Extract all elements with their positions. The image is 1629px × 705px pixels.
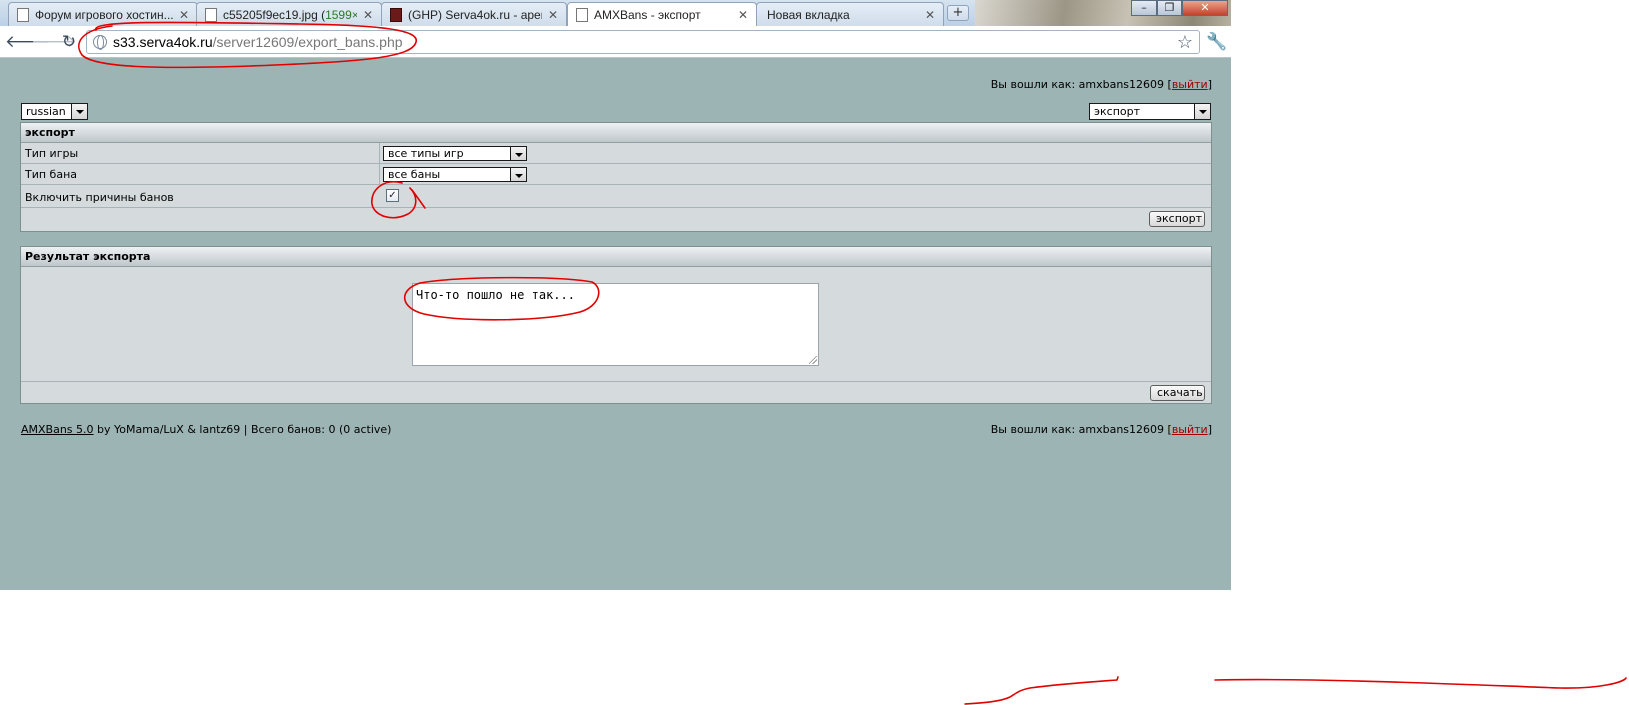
result-text-row: Что-то пошло не так... (21, 267, 1211, 382)
annotation-stroke-left (964, 676, 1119, 705)
export-panel: экспорт Тип игры все типы игр Тип бана в… (20, 122, 1212, 232)
logout-link[interactable]: выйти (1172, 423, 1208, 436)
export-panel-title: экспорт (21, 123, 1211, 143)
ghp-favicon-icon (390, 7, 402, 22)
export-result-textarea[interactable]: Что-то пошло не так... (412, 283, 819, 366)
tab-label: c55205f9ec19.jpg (1599×... (223, 7, 357, 22)
chevron-down-icon (1194, 104, 1210, 119)
ban-type-select[interactable]: все баны (383, 167, 527, 182)
export-result-panel: Результат экспорта Что-то пошло не так..… (20, 246, 1212, 404)
amxbans-link[interactable]: AMXBans 5.0 (21, 423, 94, 436)
login-status-top: Вы вошли как: amxbans12609 [выйти] (990, 78, 1212, 91)
include-reasons-label: Включить причины банов (25, 191, 174, 204)
url-host: s33.serva4ok.ru (113, 34, 213, 50)
result-actions-row: скачать (21, 382, 1211, 403)
browser-window: Форум игрового хостин... ✕ c55205f9ec19.… (0, 0, 1231, 590)
download-button[interactable]: скачать (1150, 385, 1205, 401)
tab-label: AMXBans - экспорт (594, 8, 701, 22)
tab-forum[interactable]: Форум игрового хостин... ✕ (8, 2, 198, 26)
resize-grip-icon[interactable] (809, 356, 817, 364)
tab-strip: Форум игрового хостин... ✕ c55205f9ec19.… (0, 0, 1231, 27)
page-icon (205, 7, 217, 22)
tab-image[interactable]: c55205f9ec19.jpg (1599×... ✕ (196, 2, 382, 26)
wrench-menu-icon[interactable]: 🔧 (1206, 32, 1227, 52)
footer-credits: AMXBans 5.0 by YoMama/LuX & lantz69 | Вс… (21, 423, 392, 436)
language-select[interactable]: russian (21, 103, 88, 120)
back-button[interactable]: 🡐 (5, 32, 51, 52)
ban-type-label: Тип бана (25, 168, 78, 181)
include-reasons-checkbox[interactable]: ✓ (386, 189, 399, 202)
close-icon[interactable]: ✕ (923, 8, 937, 22)
login-status-bottom: Вы вошли как: amxbans12609 [выйти] (990, 423, 1212, 436)
address-bar[interactable]: s33.serva4ok.ru/server12609/export_bans.… (86, 30, 1200, 54)
tab-new[interactable]: Новая вкладка ✕ (756, 2, 944, 26)
tab-ghp[interactable]: (GHP) Serva4ok.ru - арен... ✕ (381, 2, 567, 26)
game-type-select[interactable]: все типы игр (383, 146, 527, 161)
bookmark-star-icon[interactable]: ☆ (1177, 31, 1193, 53)
minimize-button[interactable]: – (1131, 0, 1157, 16)
browser-toolbar: 🡐 🡒 ↻ s33.serva4ok.ru/server12609/export… (0, 26, 1231, 58)
export-actions-row: экспорт (21, 208, 1211, 230)
logout-link[interactable]: выйти (1172, 78, 1208, 91)
maximize-button[interactable]: ❐ (1157, 0, 1182, 16)
chevron-down-icon (510, 168, 526, 181)
globe-icon (93, 35, 107, 50)
tab-label: Форум игрового хостин... (35, 7, 173, 22)
page-icon (576, 8, 588, 22)
ban-type-row: Тип бана все баны (21, 164, 1211, 185)
export-button[interactable]: экспорт (1149, 211, 1205, 227)
chevron-down-icon (510, 147, 526, 160)
url-path: /server12609/export_bans.php (212, 34, 403, 50)
result-panel-title: Результат экспорта (21, 247, 1211, 267)
page-content: Вы вошли как: amxbans12609 [выйти] russi… (0, 58, 1231, 590)
close-window-button[interactable]: ✕ (1182, 0, 1228, 16)
annotation-stroke-right (1214, 677, 1627, 689)
close-icon[interactable]: ✕ (177, 8, 191, 22)
forward-button[interactable]: 🡒 (31, 32, 77, 52)
game-type-row: Тип игры все типы игр (21, 143, 1211, 164)
tab-amxbans-export[interactable]: AMXBans - экспорт ✕ (567, 2, 757, 27)
menu-select[interactable]: экспорт (1089, 103, 1211, 120)
tab-label: Новая вкладка (767, 7, 850, 22)
page-icon (17, 7, 29, 22)
game-type-label: Тип игры (25, 147, 79, 160)
close-icon[interactable]: ✕ (736, 8, 750, 22)
close-icon[interactable]: ✕ (546, 8, 560, 22)
include-reasons-row: Включить причины банов ✓ (21, 185, 1211, 208)
reload-button[interactable]: ↻ (59, 32, 79, 52)
new-tab-button[interactable]: + (947, 5, 969, 21)
tab-label: (GHP) Serva4ok.ru - арен... (408, 7, 542, 22)
close-icon[interactable]: ✕ (361, 8, 375, 22)
chevron-down-icon (71, 104, 87, 119)
